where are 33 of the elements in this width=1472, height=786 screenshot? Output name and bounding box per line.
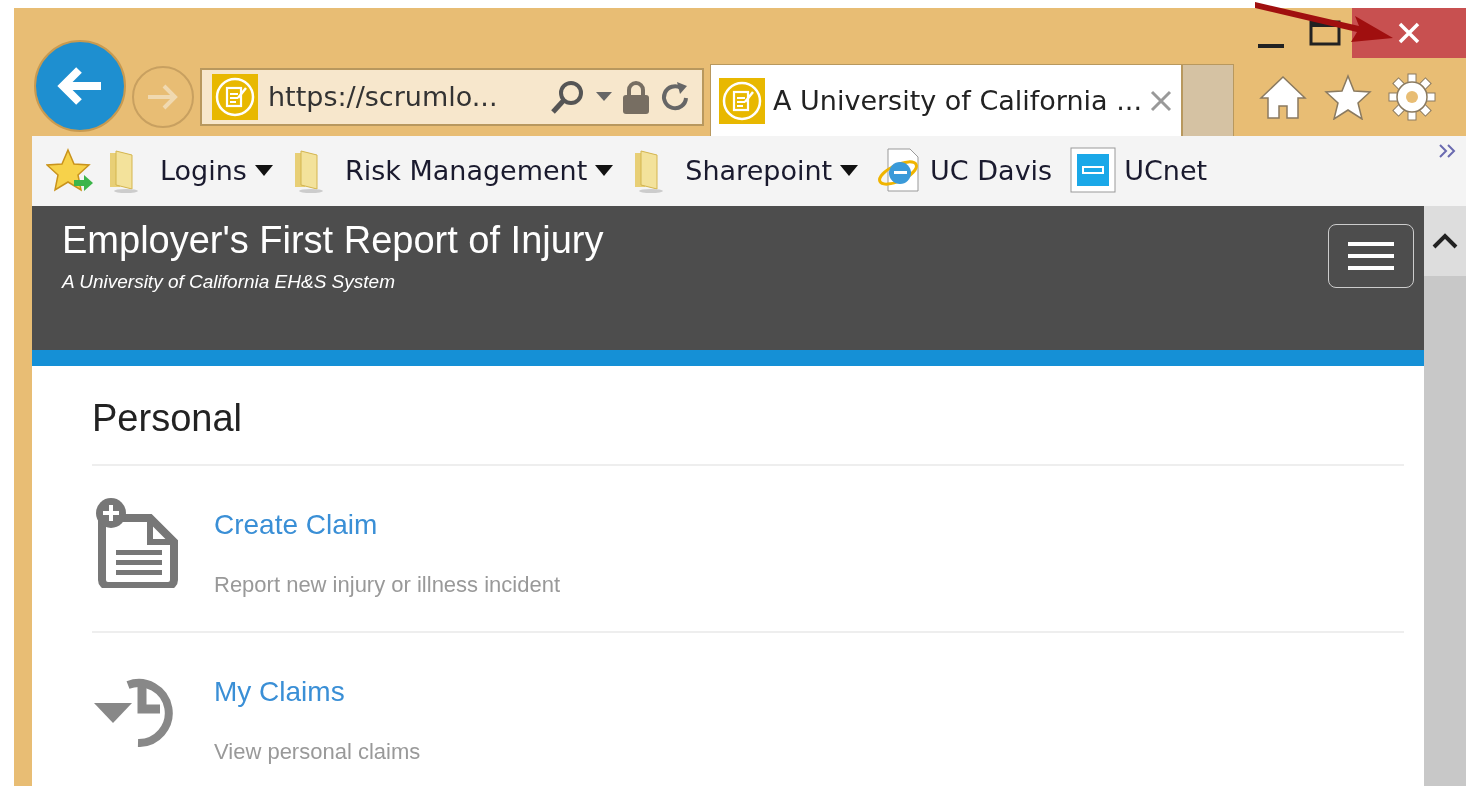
menu-button[interactable] — [1328, 224, 1414, 289]
scrollbar[interactable] — [1424, 206, 1466, 786]
caret-icon[interactable] — [596, 92, 612, 103]
minimize-icon — [1258, 44, 1284, 48]
app-page-icon — [1070, 147, 1117, 196]
search-icon[interactable] — [550, 79, 586, 116]
settings-icon[interactable] — [1388, 73, 1436, 122]
favorites-item[interactable]: Risk Management — [284, 143, 620, 200]
close-icon — [1397, 21, 1421, 45]
home-icon[interactable] — [1258, 74, 1308, 121]
tab-title: A University of California ... — [773, 83, 1142, 118]
scroll-up-button[interactable] — [1424, 206, 1466, 277]
page-subtitle: A University of California EH&S System — [62, 270, 396, 295]
browser-tab[interactable]: A University of California ... — [710, 64, 1182, 137]
star-icon[interactable] — [1324, 74, 1372, 121]
favorites-item[interactable]: Logins — [100, 143, 279, 200]
chevron-up-icon — [1432, 233, 1458, 250]
action-description: Report new injury or illness incident — [214, 571, 561, 599]
favorites-item[interactable]: Sharepoint — [625, 143, 865, 200]
favorites-item[interactable]: UC Davis — [870, 143, 1059, 200]
action-description: View personal claims — [214, 738, 421, 766]
address-bar[interactable]: https://scrumlo... — [200, 68, 704, 127]
site-icon — [212, 74, 258, 121]
menu-icon — [1348, 240, 1394, 273]
close-icon[interactable] — [1150, 89, 1172, 112]
close-button[interactable] — [1352, 8, 1466, 58]
page-title: Employer's First Report of Injury — [62, 220, 604, 263]
chevron-icon[interactable] — [1438, 144, 1458, 159]
site-icon — [719, 77, 765, 124]
lock-icon — [622, 80, 650, 115]
section-heading: Personal — [92, 396, 1404, 466]
favorites-item[interactable]: UCnet — [1064, 143, 1214, 200]
url-text: https://scrumlo... — [268, 79, 498, 114]
